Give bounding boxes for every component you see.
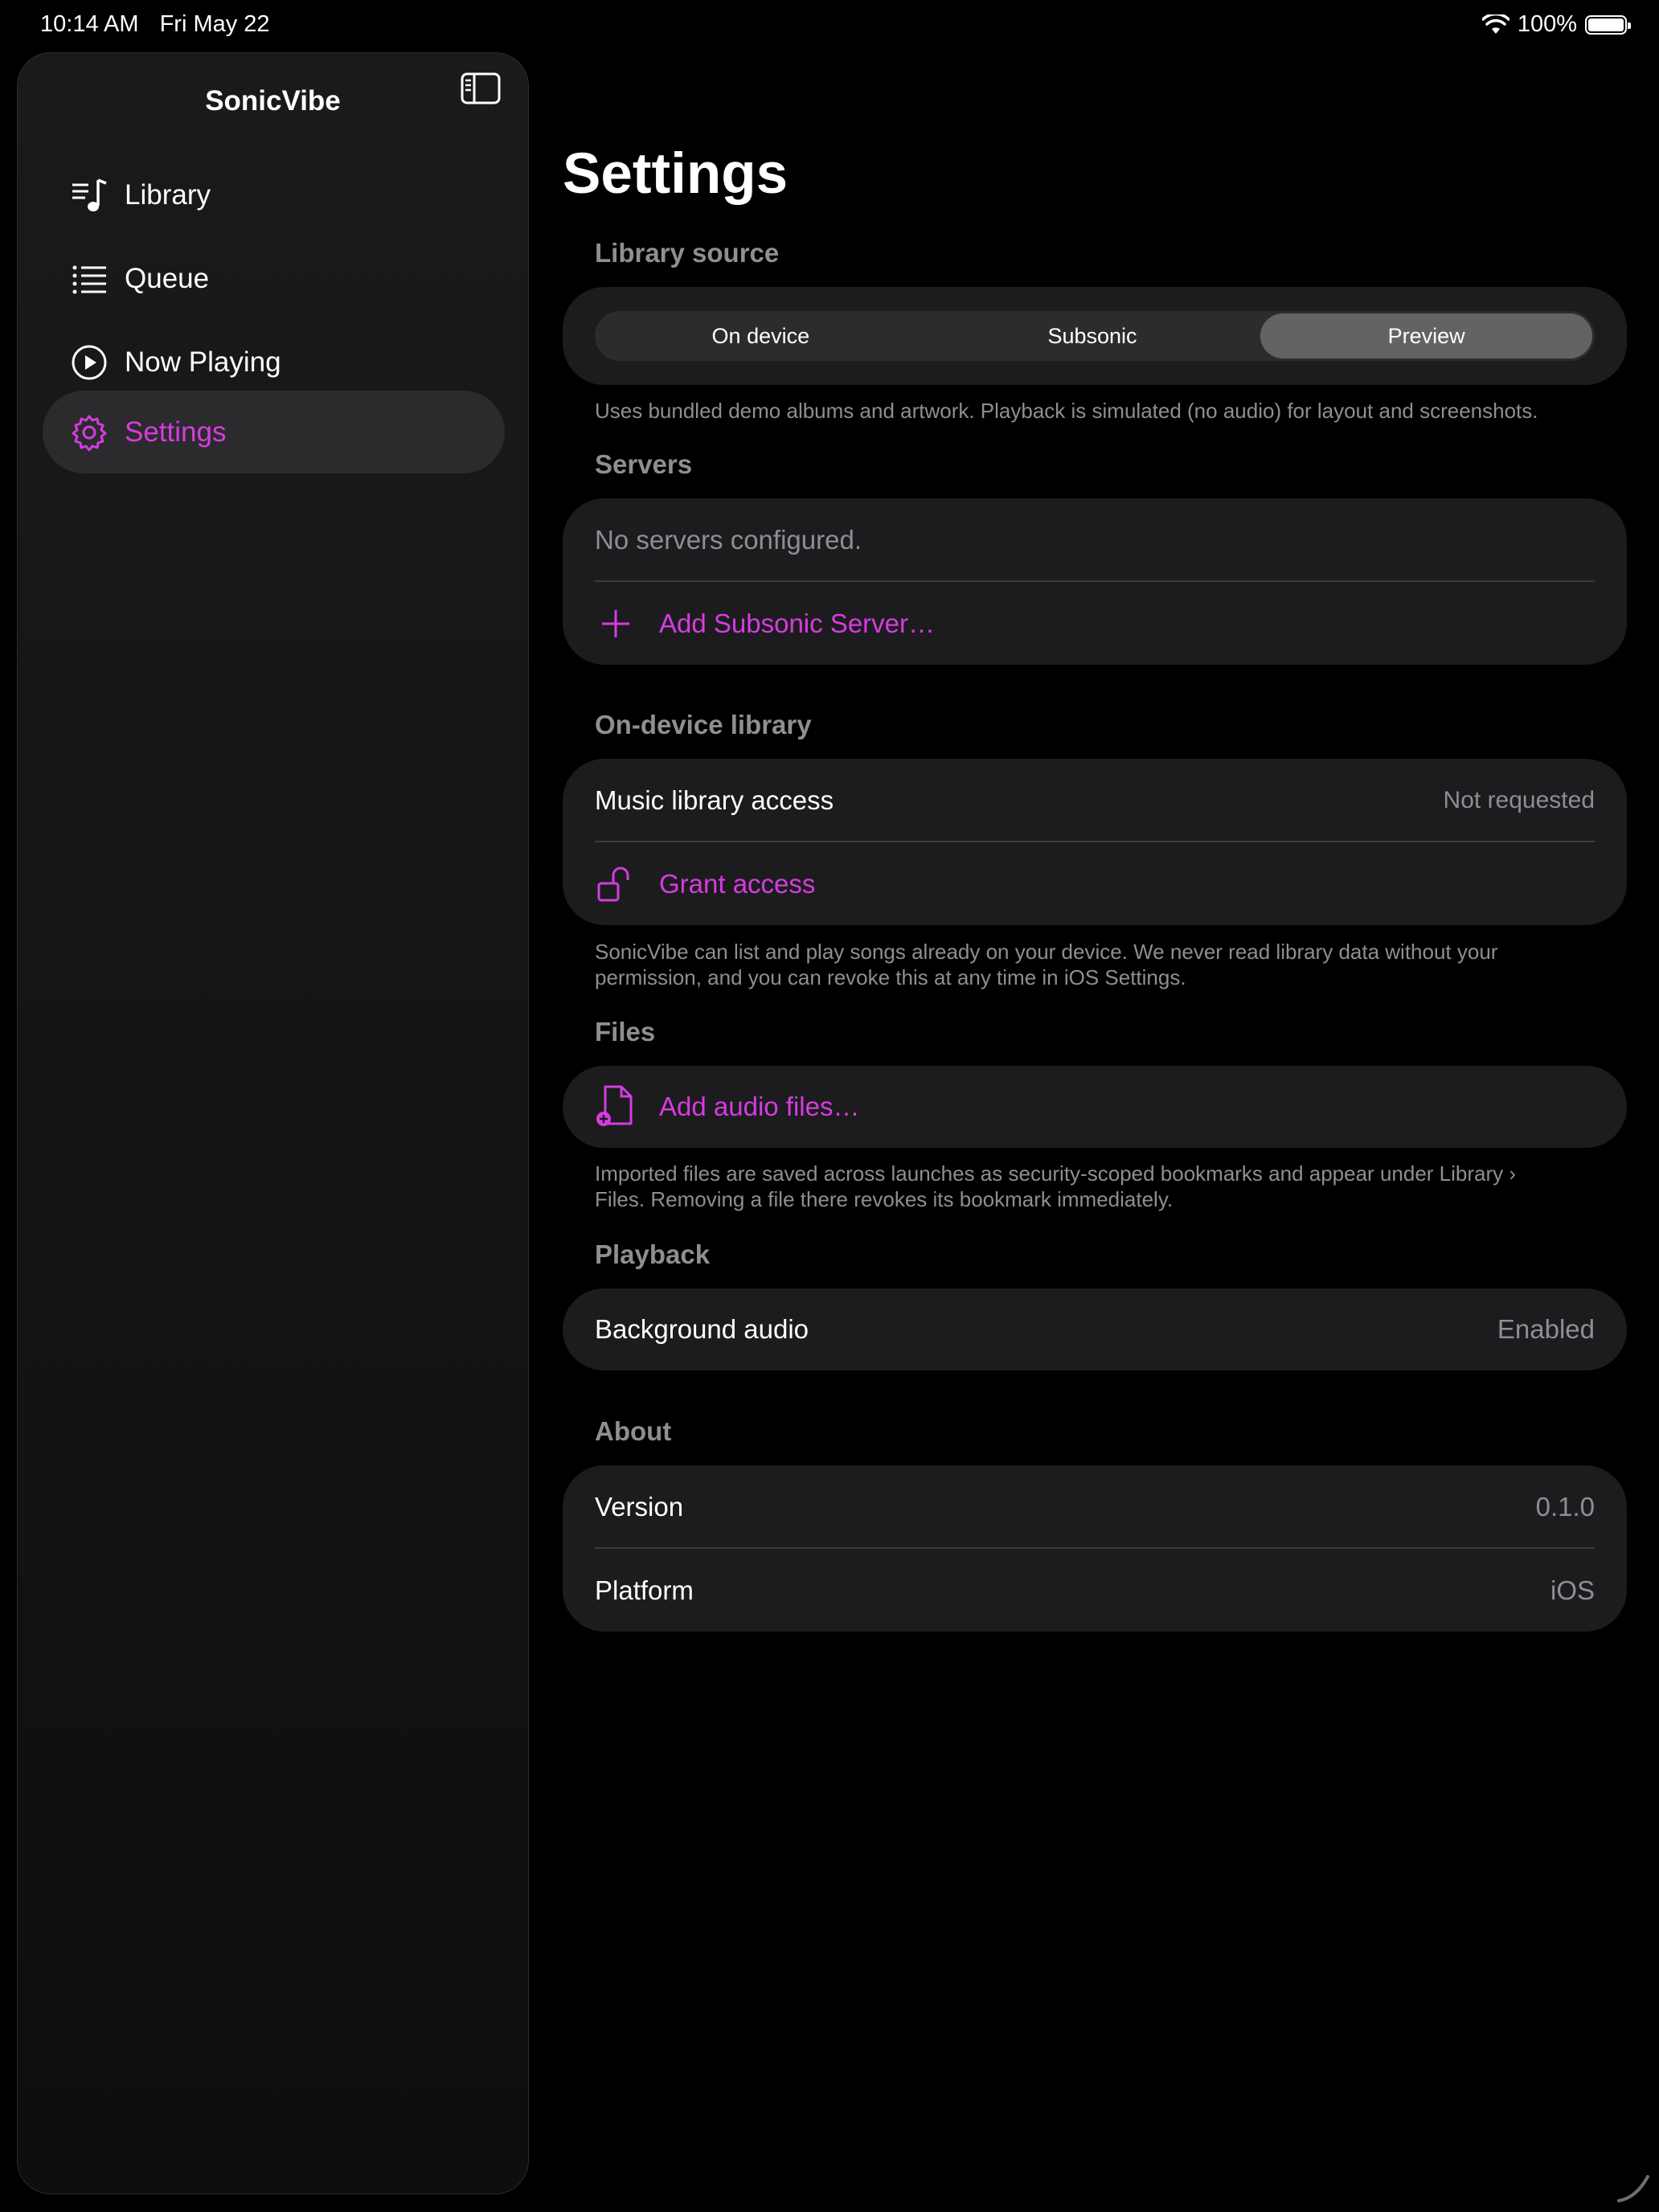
battery-percent: 100% [1517,11,1577,37]
app-title: SonicVibe [205,85,341,117]
on-device-library-card: Music library access Not requested Grant… [563,759,1627,925]
music-library-access-row: Music library access Not requested [595,759,1595,842]
section-header-library-source: Library source [595,238,780,268]
music-library-access-value: Not requested [1443,786,1595,813]
status-bar-left: 10:14 AM Fri May 22 [40,11,285,38]
add-audio-files-button[interactable]: Add audio files… [595,1066,1595,1148]
sidebar-item-label: Settings [125,416,227,448]
library-source-note: Uses bundled demo albums and artwork. Pl… [595,399,1538,423]
music-library-access-label: Music library access [595,784,834,815]
section-header-about: About [595,1416,672,1446]
no-servers-row: No servers configured. [595,498,1595,581]
grant-access-button[interactable]: Grant access [595,842,1595,925]
grant-access-label: Grant access [659,868,816,899]
platform-label: Platform [595,1575,694,1605]
files-note: Imported files are saved across launches… [595,1161,1600,1212]
status-time: 10:14 AM [40,11,139,37]
platform-row: Platform iOS [595,1549,1595,1632]
version-label: Version [595,1491,684,1522]
play-circle-icon [70,343,109,382]
background-audio-value: Enabled [1497,1314,1595,1344]
platform-value: iOS [1550,1575,1595,1605]
plus-icon [595,603,637,645]
add-subsonic-server-label: Add Subsonic Server… [659,608,936,638]
version-row: Version 0.1.0 [595,1465,1595,1548]
section-header-playback: Playback [595,1239,711,1269]
background-audio-row: Background audio Enabled [595,1288,1595,1370]
document-add-icon [595,1085,637,1128]
note-line: permission, and you can revoke this at a… [595,965,1186,989]
add-audio-files-label: Add audio files… [659,1092,860,1121]
sidebar-item-library[interactable]: Library [43,154,505,236]
note-line: Files. Removing a file there revokes its… [595,1187,1174,1211]
on-device-library-note: SonicVibe can list and play songs alread… [595,939,1600,990]
sidebar-item-queue[interactable]: Queue [43,237,505,320]
section-header-on-device-library: On-device library [595,710,812,739]
sidebar: SonicVibe Library Queue Now Playing Sett… [17,52,529,2194]
music-list-icon [70,176,109,215]
status-date: Fri May 22 [159,11,270,37]
page-title: Settings [563,142,789,206]
section-header-files: Files [595,1017,656,1047]
note-line: SonicVibe can list and play songs alread… [595,940,1498,964]
no-servers-text: No servers configured. [595,524,862,555]
sidebar-item-label: Queue [125,262,210,294]
servers-card: No servers configured. Add Subsonic Serv… [563,498,1627,665]
status-bar-right: 100% [1481,11,1631,38]
section-header-servers: Servers [595,449,693,479]
sidebar-item-settings[interactable]: Settings [43,391,505,473]
segment-preview[interactable]: Preview [1260,313,1593,358]
background-audio-label: Background audio [595,1314,809,1344]
resize-handle-icon[interactable] [1612,2165,1653,2206]
library-source-segmented-control: On device Subsonic Preview [595,311,1595,361]
sidebar-item-label: Library [125,178,211,211]
library-source-card: On device Subsonic Preview [563,287,1627,385]
version-value: 0.1.0 [1535,1491,1595,1522]
wifi-icon [1481,14,1509,34]
sidebar-item-label: Now Playing [125,346,281,378]
battery-icon [1585,14,1631,35]
list-icon [70,260,109,298]
playback-card: Background audio Enabled [563,1288,1627,1370]
files-card: Add audio files… [563,1066,1627,1148]
sidebar-toggle-icon[interactable] [461,72,501,104]
segment-subsonic[interactable]: Subsonic [927,311,1259,361]
about-card: Version 0.1.0 Platform iOS [563,1465,1627,1632]
gear-icon [70,413,109,452]
note-line: Imported files are saved across launches… [595,1161,1517,1186]
segment-on-device[interactable]: On device [595,311,927,361]
unlock-icon [595,863,637,905]
add-subsonic-server-button[interactable]: Add Subsonic Server… [595,582,1595,665]
